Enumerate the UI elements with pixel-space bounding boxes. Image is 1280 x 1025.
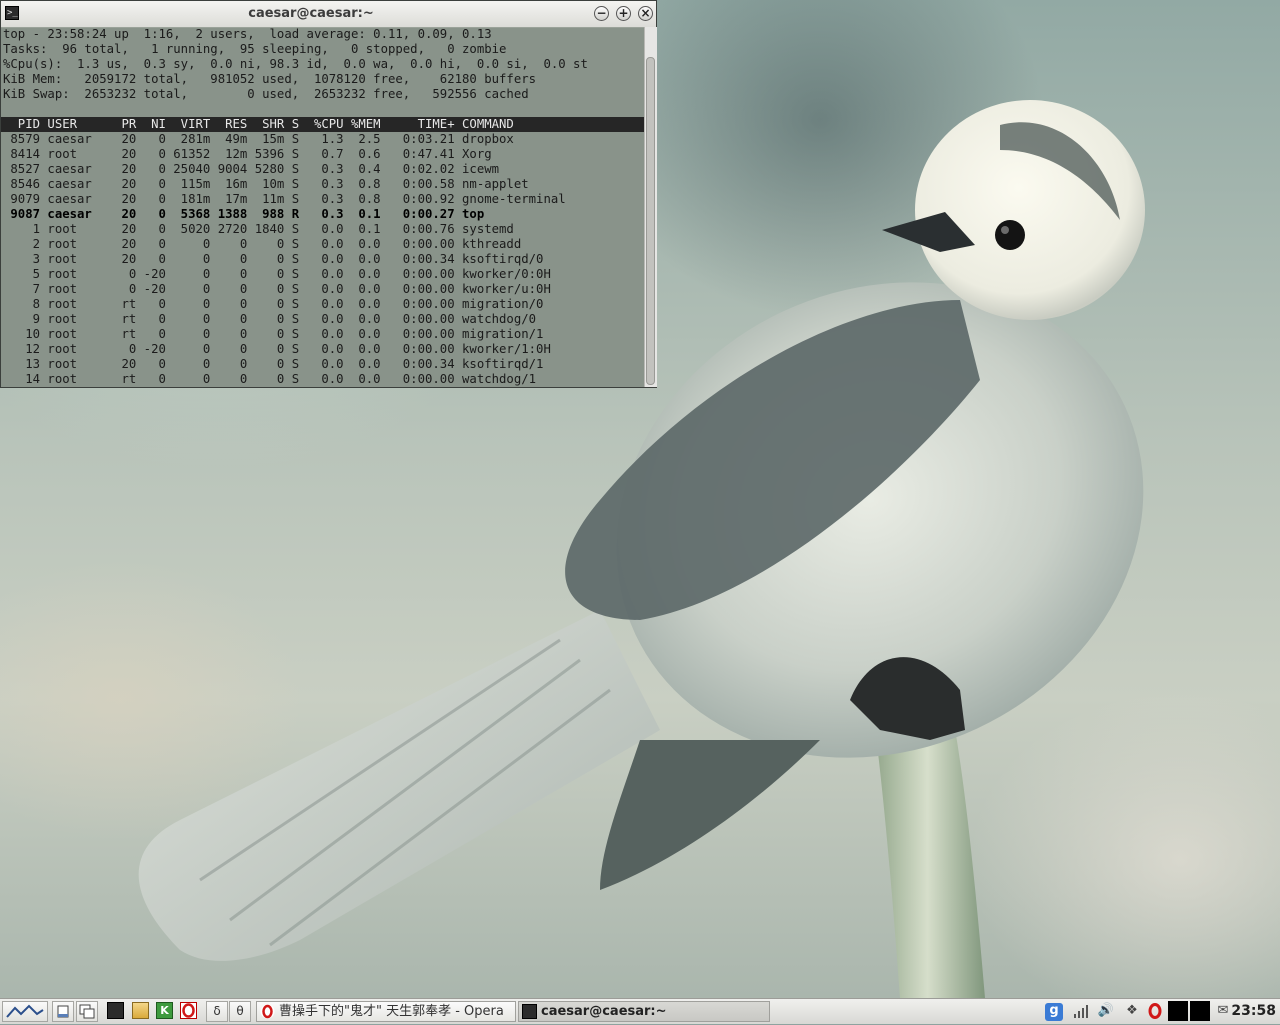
process-row: 7 root 0 -20 0 0 0 S 0.0 0.0 0:00.00 kwo… [3, 282, 551, 296]
process-table-header: PID USER PR NI VIRT RES SHR S %CPU %MEM … [1, 117, 644, 132]
taskbar-clock[interactable]: 23:58 [1231, 1000, 1276, 1022]
process-row: 14 root rt 0 0 0 0 S 0.0 0.0 0:00.00 wat… [3, 372, 537, 386]
process-row: 13 root 20 0 0 0 0 S 0.0 0.0 0:00.34 kso… [3, 357, 544, 371]
window-titlebar[interactable]: >_ caesar@caesar:~ − + × [1, 1, 656, 28]
editor-launcher-icon[interactable]: K [156, 1002, 173, 1019]
top-cpu-line: %Cpu(s): 1.3 us, 0.3 sy, 0.0 ni, 98.3 id… [3, 57, 588, 71]
task-label: caesar@caesar:~ [541, 1004, 667, 1019]
mem-graph-icon [1190, 1001, 1210, 1021]
process-row: 3 root 20 0 0 0 0 S 0.0 0.0 0:00.34 ksof… [3, 252, 544, 266]
top-mem-line: KiB Mem: 2059172 total, 981052 used, 107… [3, 72, 537, 86]
mail-icon[interactable]: ✉ [1214, 1003, 1232, 1019]
workspace-button-1[interactable]: δ [206, 1001, 228, 1022]
process-row: 12 root 0 -20 0 0 0 S 0.0 0.0 0:00.00 kw… [3, 342, 551, 356]
process-row: 1 root 20 0 5020 2720 1840 S 0.0 0.1 0:0… [3, 222, 514, 236]
process-row: 10 root rt 0 0 0 0 S 0.0 0.0 0:00.00 mig… [3, 327, 544, 341]
gnome-g-icon[interactable]: g [1045, 1003, 1063, 1021]
process-row: 8527 caesar 20 0 25040 9004 5280 S 0.3 0… [3, 162, 500, 176]
terminal-launcher-icon[interactable] [107, 1002, 124, 1019]
minimize-button[interactable]: − [594, 6, 609, 21]
process-row: 8 root rt 0 0 0 0 S 0.0 0.0 0:00.00 migr… [3, 297, 544, 311]
file-manager-folder-icon[interactable] [132, 1002, 149, 1019]
opera-icon [182, 1003, 195, 1018]
dropbox-icon[interactable]: ❖ [1123, 1003, 1141, 1019]
task-label: 曹操手下的"鬼才" 天生郭奉孝 - Opera [279, 1004, 504, 1019]
process-row: 8546 caesar 20 0 115m 16m 10m S 0.3 0.8 … [3, 177, 529, 191]
top-swap-line: KiB Swap: 2653232 total, 0 used, 2653232… [3, 87, 529, 101]
close-button[interactable]: × [638, 6, 653, 21]
show-desktop-button[interactable] [52, 1001, 74, 1022]
process-row: 8414 root 20 0 61352 12m 5396 S 0.7 0.6 … [3, 147, 492, 161]
opera-tray-icon[interactable] [1147, 1003, 1163, 1024]
opera-launcher-icon[interactable] [180, 1002, 197, 1019]
terminal-icon [522, 1004, 537, 1019]
network-signal-icon[interactable] [1072, 1003, 1090, 1024]
taskbar-task-terminal[interactable]: caesar@caesar:~ [518, 1001, 770, 1022]
process-row: 9079 caesar 20 0 181m 17m 11m S 0.3 0.8 … [3, 192, 566, 206]
terminal-scrollbar[interactable] [644, 27, 657, 387]
start-menu-button[interactable] [2, 1001, 48, 1022]
process-row: 8579 caesar 20 0 281m 49m 15m S 1.3 2.5 … [3, 132, 514, 146]
top-uptime-line: top - 23:58:24 up 1:16, 2 users, load av… [3, 27, 492, 41]
maximize-button[interactable]: + [616, 6, 631, 21]
process-row: 2 root 20 0 0 0 0 S 0.0 0.0 0:00.00 kthr… [3, 237, 522, 251]
window-title: caesar@caesar:~ [248, 6, 374, 21]
windows-stack-icon [79, 1004, 95, 1019]
top-tasks-line: Tasks: 96 total, 1 running, 95 sleeping,… [3, 42, 507, 56]
cpu-graph-icon [1168, 1001, 1188, 1021]
start-menu-icon [6, 1004, 44, 1018]
window-icon [57, 1005, 69, 1018]
opera-icon [260, 1004, 275, 1019]
process-row-running: 9087 caesar 20 0 5368 1388 988 R 0.3 0.1… [3, 207, 485, 221]
terminal-output[interactable]: top - 23:58:24 up 1:16, 2 users, load av… [1, 27, 644, 387]
scrollbar-thumb[interactable] [646, 57, 655, 385]
workspace-button-2[interactable]: θ [229, 1001, 251, 1022]
taskbar-task-opera[interactable]: 曹操手下的"鬼才" 天生郭奉孝 - Opera [256, 1001, 516, 1022]
window-list-button[interactable] [76, 1001, 98, 1022]
process-row: 9 root rt 0 0 0 0 S 0.0 0.0 0:00.00 watc… [3, 312, 537, 326]
volume-icon[interactable]: 🔊 [1097, 1003, 1115, 1019]
taskbar: K δ θ 曹操手下的"鬼才" 天生郭奉孝 - Opera caesar@cae… [0, 998, 1280, 1024]
process-row: 5 root 0 -20 0 0 0 S 0.0 0.0 0:00.00 kwo… [3, 267, 551, 281]
terminal-window[interactable]: >_ caesar@caesar:~ − + × top - 23:58:24 … [0, 0, 657, 388]
